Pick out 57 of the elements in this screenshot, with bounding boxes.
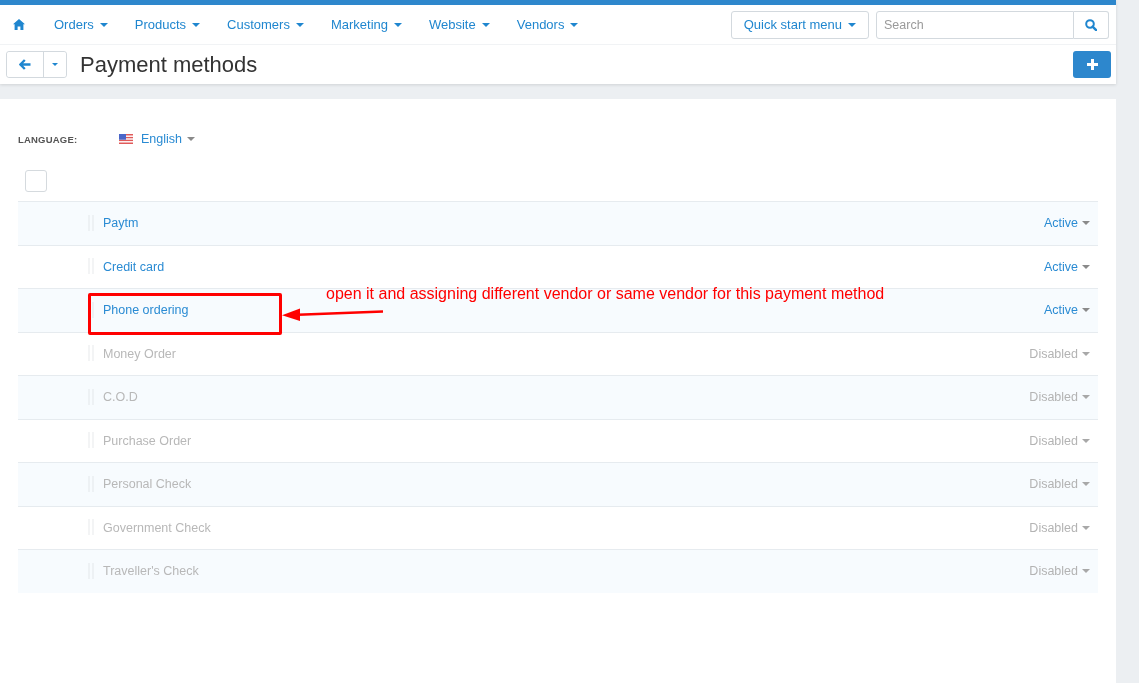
- annotation-text: open it and assigning different vendor or same vendor for this payment method: [326, 285, 885, 303]
- status-dropdown[interactable]: Disabled: [1029, 433, 1090, 448]
- caret-icon: [1082, 221, 1090, 226]
- status-dropdown[interactable]: Disabled: [1029, 520, 1090, 535]
- payment-method-link[interactable]: Phone ordering: [103, 303, 189, 318]
- page-title: Payment methods: [80, 51, 258, 78]
- payment-method-link[interactable]: Government Check: [103, 520, 211, 535]
- caret-icon: [570, 22, 579, 27]
- status-dropdown[interactable]: Disabled: [1029, 477, 1090, 492]
- flag-icon: [119, 134, 133, 144]
- status-dropdown[interactable]: Disabled: [1029, 346, 1090, 361]
- caret-icon: [848, 22, 856, 27]
- language-dropdown[interactable]: English: [119, 132, 195, 146]
- caret-icon: [192, 22, 201, 27]
- status-dropdown[interactable]: Disabled: [1029, 390, 1090, 405]
- quick-start-menu-button[interactable]: Quick start menu: [730, 10, 869, 39]
- caret-icon: [1082, 482, 1090, 487]
- nav-menu-item[interactable]: Vendors: [516, 17, 579, 32]
- caret-icon: [187, 137, 195, 141]
- nav-menu-item[interactable]: Marketing: [330, 17, 402, 32]
- status-dropdown[interactable]: Active: [1043, 303, 1090, 318]
- add-button[interactable]: [1073, 51, 1111, 78]
- payment-method-link[interactable]: Money Order: [103, 346, 176, 361]
- caret-icon: [1082, 525, 1090, 530]
- caret-icon: [394, 22, 402, 27]
- caret-icon: [1082, 264, 1090, 269]
- home-icon: [13, 19, 25, 30]
- payment-method-link[interactable]: Personal Check: [103, 477, 192, 492]
- caret-icon: [52, 63, 58, 66]
- nav-menu-item[interactable]: Orders: [54, 17, 108, 32]
- caret-icon: [1082, 569, 1090, 574]
- caret-icon: [1082, 351, 1090, 356]
- payment-method-link[interactable]: Traveller's Check: [103, 564, 199, 579]
- payment-method-link[interactable]: Credit card: [103, 259, 165, 274]
- search-icon: [1085, 18, 1097, 31]
- search-button[interactable]: [1074, 10, 1109, 39]
- status-dropdown[interactable]: Disabled: [1029, 564, 1090, 579]
- nav-menu-item[interactable]: Products: [134, 17, 201, 32]
- plus-icon: [1086, 59, 1098, 70]
- status-dropdown[interactable]: Active: [1043, 259, 1090, 274]
- home-button[interactable]: [13, 19, 25, 30]
- payment-method-link[interactable]: Purchase Order: [103, 433, 192, 448]
- caret-icon: [481, 22, 490, 27]
- caret-icon: [1082, 438, 1090, 443]
- search-field[interactable]: Search: [876, 10, 1074, 39]
- nav-menu-item[interactable]: Customers: [227, 17, 304, 32]
- payment-method-link[interactable]: C.O.D: [103, 390, 138, 405]
- caret-icon: [1082, 308, 1090, 313]
- status-dropdown[interactable]: Active: [1043, 216, 1090, 231]
- language-label: LANGUAGE:: [18, 133, 79, 145]
- caret-icon: [295, 22, 304, 27]
- caret-icon: [99, 22, 108, 27]
- arrow-left-icon: [19, 59, 31, 70]
- payment-method-link[interactable]: Paytm: [103, 216, 139, 231]
- select-all-checkbox[interactable]: [25, 170, 47, 192]
- nav-menu-item[interactable]: Website: [429, 17, 490, 32]
- caret-icon: [1082, 395, 1090, 400]
